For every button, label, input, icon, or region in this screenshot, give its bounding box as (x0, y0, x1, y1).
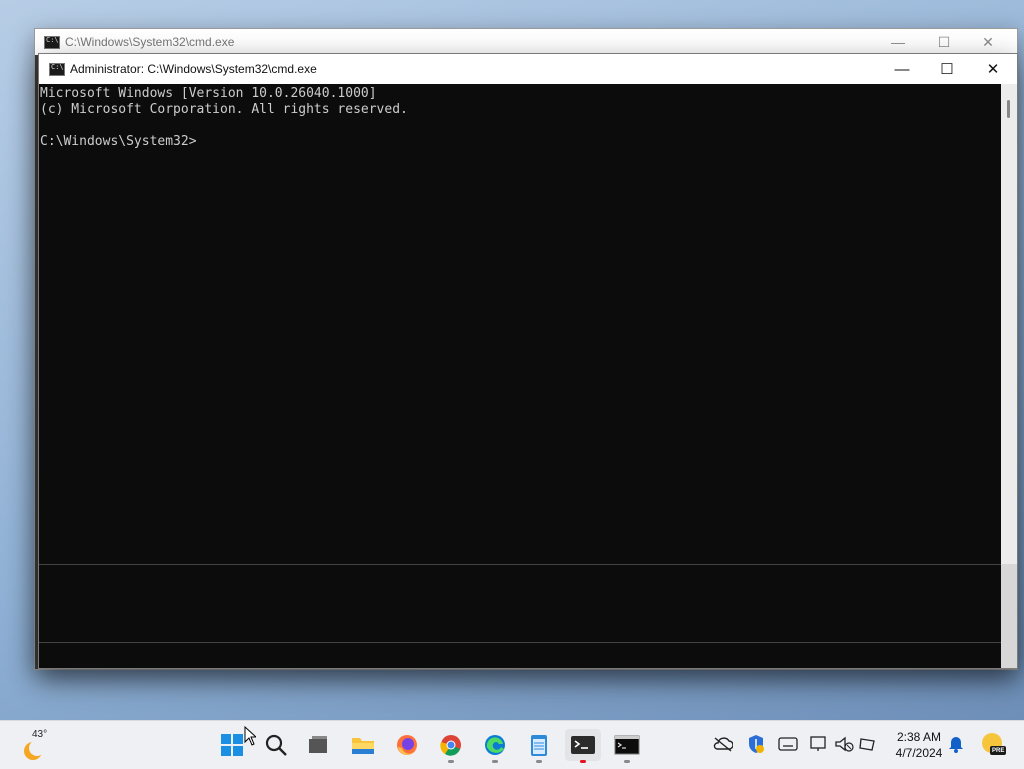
running-indicator (448, 760, 454, 763)
running-indicator (580, 760, 586, 763)
edge-icon (485, 735, 505, 755)
background-window-title: C:\Windows\System32\cmd.exe (65, 35, 235, 49)
task-view-icon (309, 736, 327, 753)
scrollbar-thumb[interactable] (1007, 100, 1010, 118)
close-button[interactable]: ✕ (970, 54, 1016, 84)
firefox-icon (397, 735, 417, 756)
folder-icon (352, 738, 374, 754)
console-line: Microsoft Windows [Version 10.0.26040.10… (40, 86, 377, 101)
background-window-titlebar[interactable]: C:\Windows\System32\cmd.exe — ☐ ✕ (35, 29, 1017, 55)
search-button[interactable] (258, 729, 294, 761)
admin-window-title: Administrator: C:\Windows\System32\cmd.e… (70, 62, 317, 76)
onedrive-offline-icon[interactable] (712, 733, 734, 755)
running-indicator (492, 760, 498, 763)
background-minimize-button[interactable]: — (875, 29, 921, 55)
cmd-button[interactable] (609, 729, 645, 763)
volume-muted-icon[interactable] (833, 733, 855, 755)
minimize-button[interactable]: — (879, 54, 925, 84)
background-maximize-button[interactable]: ☐ (921, 29, 967, 55)
chrome-icon (440, 735, 461, 756)
scrollbar-track-lower (1001, 564, 1017, 668)
clock-time: 2:38 AM (896, 730, 942, 744)
network-icon[interactable] (808, 733, 830, 755)
weather-temp: 43° (32, 729, 48, 740)
clock-date: 4/7/2024 (895, 746, 943, 760)
file-explorer-button[interactable] (345, 729, 381, 761)
keyboard-icon[interactable] (777, 733, 799, 755)
firefox-button[interactable] (389, 729, 425, 761)
task-view-button[interactable] (300, 729, 336, 761)
notepad-button[interactable] (521, 729, 557, 763)
mouse-cursor-icon (244, 726, 256, 746)
cmd-window-icon (44, 36, 60, 49)
battery-icon[interactable] (857, 733, 879, 755)
background-close-button[interactable]: ✕ (965, 29, 1011, 55)
running-indicator (624, 760, 630, 763)
console-divider (39, 564, 1001, 565)
weather-sun-icon (24, 740, 45, 760)
system-clock[interactable]: 2:38 AM 4/7/2024 (888, 729, 950, 761)
terminal-button[interactable] (565, 729, 601, 763)
taskbar: 43° 2:38 AM 4/7/2024 PRE (0, 720, 1024, 769)
search-icon (265, 734, 287, 756)
security-shield-icon[interactable] (745, 733, 767, 755)
chrome-button[interactable] (433, 729, 469, 763)
edge-button[interactable] (477, 729, 513, 763)
console-output[interactable]: Microsoft Windows [Version 10.0.26040.10… (39, 84, 1001, 668)
vertical-scrollbar[interactable] (1001, 84, 1017, 668)
admin-window-titlebar[interactable]: Administrator: C:\Windows\System32\cmd.e… (39, 54, 1017, 84)
insider-preview-badge[interactable]: PRE (980, 733, 1006, 755)
cmd-icon (614, 735, 640, 755)
notepad-icon (531, 735, 547, 756)
console-divider (39, 642, 1001, 643)
weather-widget[interactable]: 43° (20, 729, 80, 763)
terminal-icon (571, 736, 595, 754)
running-indicator (536, 760, 542, 763)
console-prompt[interactable]: C:\Windows\System32> (40, 134, 408, 150)
windows-logo-icon (221, 734, 243, 756)
console-line: (c) Microsoft Corporation. All rights re… (40, 102, 408, 117)
maximize-button[interactable]: ☐ (924, 54, 970, 84)
pre-badge-label: PRE (992, 748, 1005, 754)
admin-cmd-window[interactable]: Administrator: C:\Windows\System32\cmd.e… (38, 53, 1018, 669)
cmd-window-icon (49, 63, 65, 76)
notification-bell-icon[interactable] (945, 733, 967, 755)
